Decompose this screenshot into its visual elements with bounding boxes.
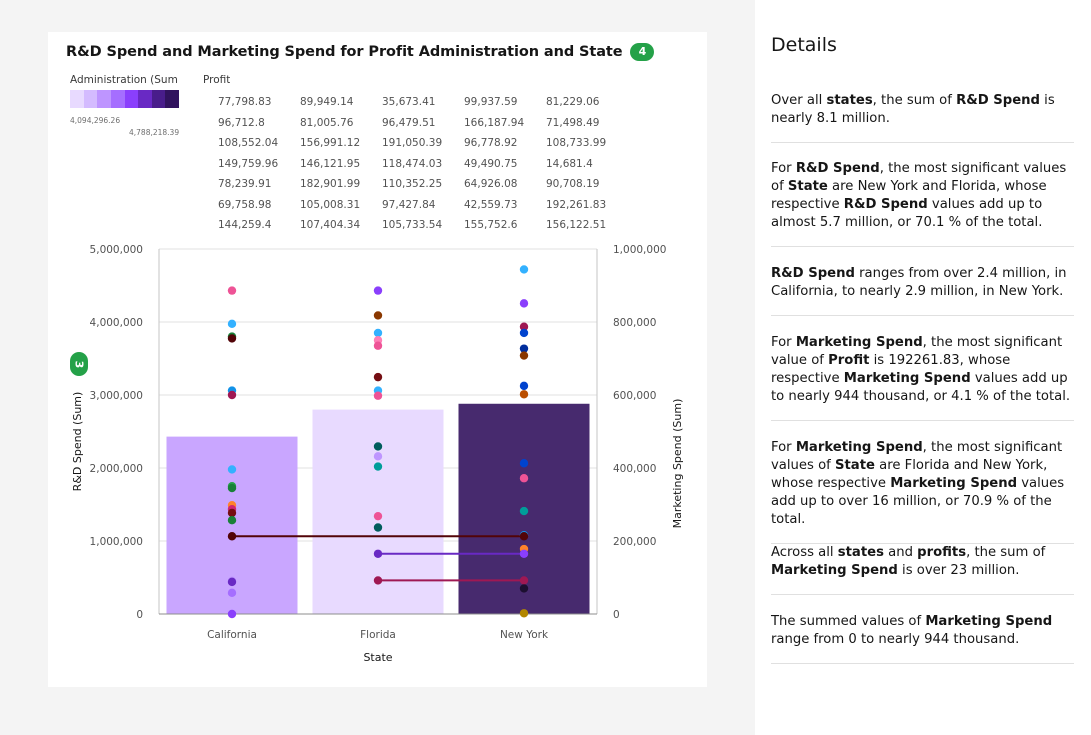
insight-item: For R&D Spend, the most significant valu… — [771, 160, 1074, 247]
x-axis-title: State — [363, 651, 392, 664]
insight-text: , the sum of — [966, 545, 1046, 560]
insight-emphasis: R&D Spend — [956, 93, 1040, 108]
data-point[interactable] — [519, 549, 529, 558]
data-point[interactable] — [227, 334, 237, 343]
insight-text: For — [771, 440, 796, 455]
y2-axis-title: Marketing Spend (Sum) — [671, 399, 684, 529]
data-point[interactable] — [519, 506, 529, 516]
data-point[interactable] — [373, 511, 383, 521]
data-point[interactable] — [227, 588, 237, 598]
insight-item: For Marketing Spend, the most significan… — [771, 334, 1074, 421]
insight-item: Over all states, the sum of R&D Spend is… — [771, 92, 1074, 143]
insight-text: range from 0 to nearly 944 thousand. — [771, 632, 1020, 647]
data-point[interactable] — [373, 576, 383, 585]
y-tick-label: 4,000,000 — [90, 317, 143, 329]
data-point[interactable] — [373, 549, 383, 558]
combo-chart[interactable]: 0 1,000,000 2,000,000 3,000,000 4,000,000 5,0… — [48, 32, 707, 687]
data-point[interactable] — [227, 286, 237, 295]
data-point[interactable] — [373, 328, 383, 338]
insight-emphasis: State — [835, 458, 875, 473]
insight-text: , the sum of — [872, 93, 957, 108]
x-tick-label: California — [207, 629, 257, 641]
insight-text: is over 23 million. — [897, 563, 1020, 578]
insight-item: For Marketing Spend, the most significan… — [771, 439, 1074, 544]
data-point[interactable] — [373, 462, 383, 471]
data-point[interactable] — [373, 391, 383, 400]
data-point[interactable] — [227, 577, 237, 587]
details-panel: Details Over all states, the sum of R&D … — [755, 0, 1091, 735]
insight-emphasis: R&D Spend — [795, 161, 880, 176]
data-point[interactable] — [519, 609, 529, 618]
insight-emphasis: Marketing Spend — [795, 335, 923, 350]
data-point[interactable] — [519, 459, 529, 468]
y2-tick-label: 0 — [613, 609, 620, 621]
y2-tick-label: 1,000,000 — [613, 244, 666, 256]
axis-badge[interactable]: 3 — [70, 352, 88, 376]
axis-badge-count: 3 — [72, 360, 86, 368]
insight-item: The summed values of Marketing Spend ran… — [771, 613, 1074, 664]
data-point[interactable] — [373, 442, 383, 451]
insight-text: For — [771, 335, 796, 350]
chart-card: R&D Spend and Marketing Spend for Profit… — [48, 32, 707, 687]
data-point[interactable] — [519, 299, 529, 308]
data-point[interactable] — [227, 508, 237, 518]
y-tick-label: 3,000,000 — [90, 390, 143, 402]
y-tick-label: 5,000,000 — [90, 244, 143, 256]
insight-emphasis: Marketing Spend — [890, 476, 1018, 491]
insight-emphasis: R&D Spend — [771, 266, 855, 281]
data-point[interactable] — [227, 465, 237, 474]
y-tick-label: 0 — [136, 609, 143, 621]
data-point[interactable] — [519, 584, 529, 593]
x-tick-label: New York — [500, 629, 549, 641]
insight-emphasis: states — [837, 545, 884, 560]
data-point[interactable] — [519, 351, 529, 360]
insight-emphasis: Marketing Spend — [925, 614, 1053, 629]
insight-item: Across all states and profits, the sum o… — [771, 544, 1074, 595]
y-tick-label: 2,000,000 — [90, 463, 143, 475]
data-point[interactable] — [519, 532, 529, 541]
insight-emphasis: Marketing Spend — [843, 371, 971, 386]
bar-california[interactable] — [166, 436, 298, 614]
insight-emphasis: Profit — [828, 353, 870, 368]
insight-text: Over all — [771, 93, 827, 108]
data-point[interactable] — [373, 341, 383, 350]
insight-emphasis: Marketing Spend — [771, 563, 898, 578]
y2-tick-label: 800,000 — [613, 317, 656, 329]
data-point[interactable] — [227, 515, 237, 525]
data-point[interactable] — [373, 311, 383, 320]
y-axis-title: R&D Spend (Sum) — [71, 392, 84, 492]
insight-emphasis: Marketing Spend — [795, 440, 923, 455]
insight-text: The summed values of — [771, 614, 926, 629]
insight-emphasis: State — [787, 179, 828, 194]
insight-text: For — [771, 161, 796, 176]
data-point[interactable] — [227, 483, 237, 493]
y2-tick-label: 400,000 — [613, 463, 656, 475]
data-point[interactable] — [519, 328, 529, 338]
data-point[interactable] — [373, 452, 383, 461]
insight-emphasis: profits — [917, 545, 967, 560]
data-point[interactable] — [519, 265, 529, 274]
data-point[interactable] — [227, 319, 237, 329]
insight-text: and — [883, 545, 918, 560]
data-point[interactable] — [519, 390, 529, 399]
y-tick-label: 1,000,000 — [90, 536, 143, 548]
data-point[interactable] — [519, 576, 529, 585]
data-point[interactable] — [373, 286, 383, 295]
data-point[interactable] — [373, 523, 383, 532]
x-tick-label: Florida — [360, 629, 396, 641]
data-point[interactable] — [519, 474, 529, 483]
data-point[interactable] — [519, 381, 529, 391]
details-title: Details — [771, 34, 837, 56]
insight-emphasis: R&D Spend — [843, 197, 928, 212]
insight-emphasis: states — [826, 93, 873, 108]
data-point[interactable] — [227, 390, 237, 400]
data-point[interactable] — [227, 532, 237, 541]
insight-item: R&D Spend ranges from over 2.4 million, … — [771, 265, 1074, 316]
data-point[interactable] — [227, 609, 237, 619]
insight-text: Across all — [771, 545, 838, 560]
y2-tick-label: 200,000 — [613, 536, 656, 548]
y2-tick-label: 600,000 — [613, 390, 656, 402]
data-point[interactable] — [373, 372, 383, 382]
